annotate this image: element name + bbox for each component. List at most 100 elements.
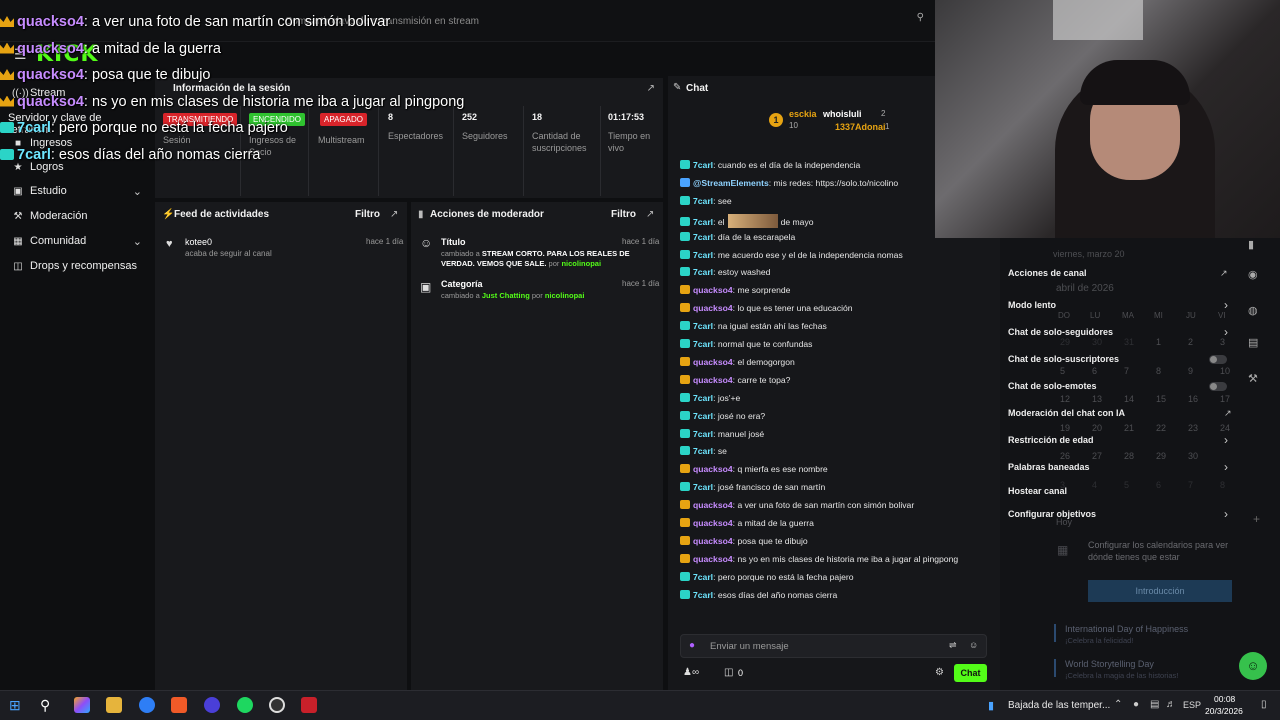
channel-action-item[interactable]: Restricción de edad xyxy=(1008,435,1094,445)
filter-button[interactable]: Filtro xyxy=(611,209,636,220)
toggle-switch[interactable] xyxy=(1209,355,1227,364)
activity-user[interactable]: kotee0 xyxy=(185,237,212,247)
chat-username[interactable]: @StreamElements xyxy=(693,178,769,188)
windows-start-icon[interactable]: ⊞ xyxy=(9,697,25,713)
desc-user[interactable]: nicolinopai xyxy=(561,259,601,268)
chat-username[interactable]: quackso4 xyxy=(693,285,733,295)
emoji-icon[interactable]: ☺ xyxy=(969,640,978,650)
chevron-right-icon[interactable]: › xyxy=(1224,507,1228,521)
sidebar-item-label: Moderación xyxy=(30,210,88,222)
event-title[interactable]: International Day of Happiness xyxy=(1065,624,1188,634)
chat-username[interactable]: quackso4 xyxy=(693,536,733,546)
chat-username[interactable]: 7carl xyxy=(693,321,713,331)
chat-username[interactable]: 7carl xyxy=(693,590,713,600)
overlay-text: : posa que te dibujo xyxy=(83,67,211,83)
people-icon[interactable]: ♟∞ xyxy=(683,667,699,678)
chevron-right-icon[interactable]: › xyxy=(1224,433,1228,447)
calendar-day: 30 xyxy=(1092,337,1103,347)
app-icon[interactable] xyxy=(301,697,317,713)
sidebar-item-drops[interactable]: ◫ Drops y recompensas xyxy=(12,260,142,272)
expand-icon[interactable]: ↗ xyxy=(646,209,654,220)
app-icon[interactable] xyxy=(204,697,220,713)
notifications-icon[interactable]: ▯ xyxy=(1261,699,1267,710)
chat-username[interactable]: 7carl xyxy=(693,572,713,582)
wrench-tool-icon[interactable]: ⚒ xyxy=(1248,372,1258,385)
chat-username[interactable]: 7carl xyxy=(693,196,713,206)
chevron-right-icon[interactable]: › xyxy=(1224,460,1228,474)
chat-username[interactable]: 7carl xyxy=(693,267,713,277)
filter-button[interactable]: Filtro xyxy=(355,209,380,220)
sidebar-item-moderation[interactable]: ⚒ Moderación xyxy=(12,210,142,222)
weather-text[interactable]: Bajada de las temper... xyxy=(1008,700,1110,711)
chat-username[interactable]: 7carl xyxy=(693,393,713,403)
chat-username[interactable]: quackso4 xyxy=(693,375,733,385)
external-link-icon[interactable]: ↗ xyxy=(1224,408,1232,419)
overlay-username: 7carl xyxy=(17,120,51,136)
channel-action-item[interactable]: Chat de solo-seguidores xyxy=(1008,327,1113,337)
tool-icon[interactable]: ▮ xyxy=(1248,238,1254,251)
network-icon[interactable]: ▤ xyxy=(1150,699,1159,710)
channel-action-item[interactable]: Moderación del chat con IA xyxy=(1008,408,1125,418)
mic-icon[interactable]: ● xyxy=(689,640,695,651)
mic-tray-icon[interactable]: ● xyxy=(1133,699,1139,710)
tray-chevron-icon[interactable]: ⌃ xyxy=(1114,699,1122,710)
desc-user[interactable]: nicolinopai xyxy=(545,291,585,300)
gift-icon[interactable]: ◫ xyxy=(724,667,733,678)
overlay-username: quackso4 xyxy=(17,67,84,83)
chat-text: me sorprende xyxy=(737,285,791,296)
sub-badge-icon xyxy=(680,195,690,205)
channel-action-item[interactable]: Configurar objetivos xyxy=(1008,509,1096,519)
expand-icon[interactable]: ↗ xyxy=(1220,268,1228,279)
language-indicator[interactable]: ESP xyxy=(1183,700,1201,710)
channel-action-item[interactable]: Palabras baneadas xyxy=(1008,462,1090,472)
channel-action-item[interactable]: Modo lento xyxy=(1008,300,1056,310)
spotify-icon[interactable] xyxy=(237,697,253,713)
chat-username[interactable]: 7carl xyxy=(693,232,713,242)
browser-icon[interactable] xyxy=(139,697,155,713)
crown-badge-icon xyxy=(680,553,690,563)
support-icon[interactable]: ☺ xyxy=(1239,652,1267,680)
chat-username[interactable]: quackso4 xyxy=(693,554,733,564)
chat-input[interactable]: ● Enviar un mensaje ⇌ ☺ xyxy=(680,634,987,658)
expand-icon[interactable]: ↗ xyxy=(390,209,398,220)
chat-username[interactable]: 7carl xyxy=(693,482,713,492)
chat-message: quackso4: lo que es tener una educación xyxy=(680,303,853,313)
event-title[interactable]: World Storytelling Day xyxy=(1065,659,1154,669)
sidebar-item-studio[interactable]: ▣ Estudio ⌄ xyxy=(12,185,142,198)
clock-time[interactable]: 00:08 xyxy=(1214,694,1235,704)
obs-icon[interactable] xyxy=(269,697,285,713)
chat-username[interactable]: quackso4 xyxy=(693,357,733,367)
overlay-text: : esos días del año nomas cierra xyxy=(50,146,261,163)
copilot-icon[interactable] xyxy=(74,697,90,713)
chat-username[interactable]: quackso4 xyxy=(693,303,733,313)
chevron-right-icon[interactable]: › xyxy=(1224,325,1228,339)
chat-username[interactable]: 7carl xyxy=(693,250,713,260)
chat-username[interactable]: quackso4 xyxy=(693,518,733,528)
intro-button[interactable]: Introducción xyxy=(1088,580,1232,602)
volume-icon[interactable]: ♬ xyxy=(1166,699,1176,710)
add-icon[interactable]: + xyxy=(1253,512,1260,526)
brave-browser-icon[interactable] xyxy=(171,697,187,713)
channel-action-item[interactable]: Hostear canal xyxy=(1008,486,1067,496)
channel-action-item[interactable]: Chat de solo-emotes xyxy=(1008,381,1097,391)
chat-username[interactable]: 7carl xyxy=(693,411,713,421)
mod-tool-icon[interactable]: ◍ xyxy=(1248,304,1258,317)
toggle-switch[interactable] xyxy=(1209,382,1227,391)
file-explorer-icon[interactable] xyxy=(106,697,122,713)
chat-username[interactable]: 7carl xyxy=(693,446,713,456)
sidebar-item-community[interactable]: ▦ Comunidad ⌄ xyxy=(12,235,142,248)
chevron-right-icon[interactable]: › xyxy=(1224,298,1228,312)
chat-username[interactable]: 7carl xyxy=(693,339,713,349)
channel-action-item[interactable]: Chat de solo-suscriptores xyxy=(1008,354,1119,364)
chat-tool-icon[interactable]: ◉ xyxy=(1248,268,1258,281)
send-chat-button[interactable]: Chat xyxy=(954,664,987,682)
translate-icon[interactable]: ⇌ xyxy=(949,640,957,651)
chat-username[interactable]: 7carl xyxy=(693,429,713,439)
chat-username[interactable]: quackso4 xyxy=(693,500,733,510)
clock-date[interactable]: 20/3/2026 xyxy=(1205,706,1243,716)
search-icon[interactable]: ⚲ xyxy=(40,697,56,713)
list-tool-icon[interactable]: ▤ xyxy=(1248,336,1258,349)
chat-username[interactable]: 7carl xyxy=(693,217,713,227)
settings-gear-icon[interactable]: ⚙ xyxy=(935,667,944,678)
chat-username[interactable]: quackso4 xyxy=(693,464,733,474)
